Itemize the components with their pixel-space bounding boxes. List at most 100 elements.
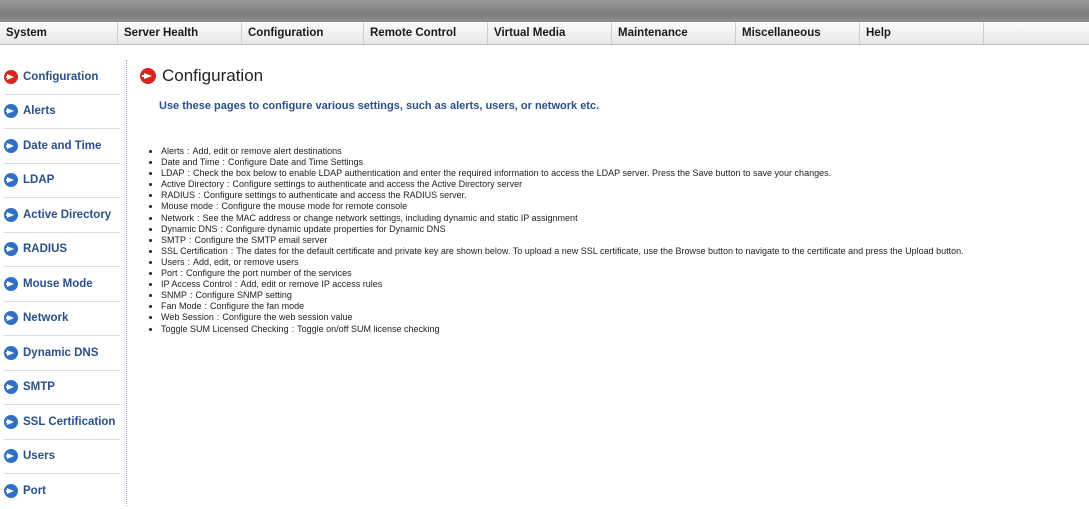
- separator: :: [204, 301, 208, 312]
- arrow-circle-blue-icon: [4, 138, 18, 153]
- arrow-circle-blue-icon: [4, 276, 18, 291]
- sidebar-item-active-directory[interactable]: Active Directory: [4, 198, 120, 233]
- item-name: SMTP: [161, 234, 187, 245]
- item-name: Mouse mode: [161, 201, 214, 212]
- list-item: IP Access Control:Add, edit or remove IP…: [161, 279, 1085, 290]
- item-name: RADIUS: [161, 190, 196, 201]
- page-title: Configuration: [140, 64, 1085, 88]
- sidebar-item-label: SMTP: [23, 381, 55, 394]
- sidebar-item-network[interactable]: Network: [4, 302, 120, 336]
- menu-remote-control[interactable]: Remote Control: [364, 22, 488, 44]
- list-item: Mouse mode:Configure the mouse mode for …: [161, 201, 1085, 212]
- item-text: Add, edit or remove alert destinations: [192, 146, 342, 156]
- item-text: See the MAC address or change network se…: [202, 212, 578, 223]
- item-text: Configure settings to authenticate and a…: [232, 179, 523, 190]
- list-item: SNMP:Configure SNMP setting: [161, 290, 1085, 301]
- list-item: Date and Time:Configure Date and Time Se…: [161, 157, 1085, 168]
- sidebar-item-label: Mouse Mode: [23, 277, 93, 290]
- separator: :: [187, 256, 191, 267]
- arrow-circle-blue-icon: [4, 104, 18, 119]
- separator: :: [180, 268, 184, 279]
- item-name: Users: [161, 256, 185, 267]
- item-text: Add, edit or remove IP access rules: [240, 279, 383, 290]
- item-name: SNMP: [161, 290, 188, 301]
- main-content: Configuration Use these pages to configu…: [140, 64, 1085, 504]
- menu-server-health[interactable]: Server Health: [118, 22, 242, 44]
- item-text: Configure the port number of the service…: [186, 268, 352, 279]
- menu-configuration[interactable]: Configuration: [242, 22, 364, 44]
- sidebar-item-label: Date and Time: [23, 139, 102, 152]
- sidebar-item-date-and-time[interactable]: Date and Time: [4, 129, 120, 164]
- sidebar-item-users[interactable]: Users: [4, 440, 120, 474]
- sidebar-item-ssl-certification[interactable]: SSL Certification: [4, 405, 120, 440]
- item-text: Configure settings to authenticate and a…: [203, 190, 467, 201]
- item-text: Check the box below to enable LDAP authe…: [193, 168, 832, 179]
- sidebar-item-label: Dynamic DNS: [23, 346, 99, 359]
- sidebar-item-radius[interactable]: RADIUS: [4, 233, 120, 267]
- separator: :: [187, 168, 191, 179]
- sidebar-item-mouse-mode[interactable]: Mouse Mode: [4, 267, 120, 302]
- arrow-circle-blue-icon: [4, 484, 18, 499]
- separator: :: [189, 234, 192, 245]
- separator: :: [220, 223, 224, 234]
- item-text: Configure the web session value: [222, 312, 353, 323]
- item-name: Toggle SUM Licensed Checking: [161, 323, 289, 334]
- title-bar: [0, 0, 1089, 22]
- list-item: Port:Configure the port number of the se…: [161, 268, 1085, 279]
- list-item: Users:Add, edit, or remove users: [161, 257, 1085, 268]
- item-name: LDAP: [161, 168, 185, 179]
- sidebar-item-ldap[interactable]: LDAP: [4, 164, 120, 198]
- menu-virtual-media[interactable]: Virtual Media: [488, 22, 612, 44]
- sidebar-item-smtp[interactable]: SMTP: [4, 371, 120, 405]
- separator: :: [227, 179, 230, 190]
- item-text: The dates for the default certificate an…: [236, 245, 964, 256]
- sidebar-item-configuration[interactable]: Configuration: [4, 60, 120, 95]
- sidebar-item-label: LDAP: [23, 174, 55, 187]
- list-item: Toggle SUM Licensed Checking:Toggle on/o…: [161, 324, 1085, 335]
- list-item: Network:See the MAC address or change ne…: [161, 213, 1085, 224]
- top-menu-bar: System Server Health Configuration Remot…: [0, 22, 1089, 45]
- sidebar-item-dynamic-dns[interactable]: Dynamic DNS: [4, 336, 120, 371]
- separator: :: [216, 312, 220, 323]
- item-name: Port: [161, 268, 178, 279]
- arrow-circle-red-icon: [140, 68, 156, 84]
- arrow-circle-red-icon: [4, 69, 18, 84]
- menu-help[interactable]: Help: [860, 22, 984, 44]
- sidebar-item-label: Network: [23, 312, 69, 325]
- arrow-circle-blue-icon: [4, 380, 18, 395]
- menu-miscellaneous[interactable]: Miscellaneous: [736, 22, 860, 44]
- item-name: Active Directory: [161, 179, 225, 190]
- list-item: Dynamic DNS:Configure dynamic update pro…: [161, 224, 1085, 235]
- sidebar-item-port[interactable]: Port: [4, 474, 120, 509]
- item-text: Configure dynamic update properties for …: [226, 223, 446, 234]
- page-title-text: Configuration: [162, 66, 264, 85]
- list-item: SSL Certification:The dates for the defa…: [161, 246, 1085, 257]
- item-text: Configure the fan mode: [210, 301, 305, 312]
- description-list: Alerts:Add, edit or remove alert destina…: [148, 146, 1085, 335]
- sidebar-item-alerts[interactable]: Alerts: [4, 95, 120, 129]
- item-name: Web Session: [161, 312, 214, 323]
- arrow-circle-blue-icon: [4, 449, 18, 464]
- sidebar-item-label: SSL Certification: [23, 415, 116, 428]
- list-item: LDAP:Check the box below to enable LDAP …: [161, 168, 1085, 179]
- list-item: SMTP:Configure the SMTP email server: [161, 235, 1085, 246]
- menu-system[interactable]: System: [0, 22, 118, 44]
- arrow-circle-blue-icon: [4, 207, 18, 222]
- separator: :: [234, 279, 238, 290]
- separator: :: [216, 201, 219, 212]
- list-item: Fan Mode:Configure the fan mode: [161, 301, 1085, 312]
- separator: :: [222, 157, 226, 168]
- item-text: Configure the mouse mode for remote cons…: [221, 201, 408, 212]
- list-item: Web Session:Configure the web session va…: [161, 312, 1085, 323]
- separator: :: [187, 146, 190, 156]
- item-name: Fan Mode: [161, 301, 202, 312]
- separator: :: [197, 212, 200, 223]
- menu-maintenance[interactable]: Maintenance: [612, 22, 736, 44]
- arrow-circle-blue-icon: [4, 414, 18, 429]
- list-item: Alerts:Add, edit or remove alert destina…: [161, 146, 1085, 157]
- item-text: Configure the SMTP email server: [194, 234, 328, 245]
- item-name: Network: [161, 212, 195, 223]
- arrow-circle-blue-icon: [4, 173, 18, 188]
- separator: :: [190, 290, 193, 301]
- menu-spacer: [984, 22, 1089, 44]
